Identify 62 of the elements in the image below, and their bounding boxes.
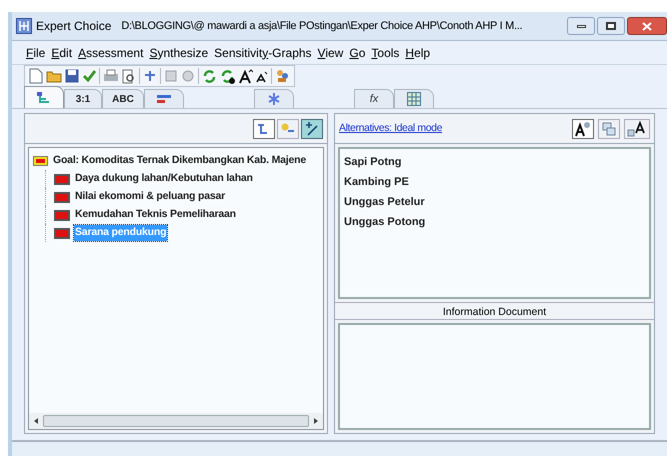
- font-edit-icon[interactable]: [572, 118, 594, 138]
- window-title: Expert Choice: [36, 18, 112, 35]
- maximize-icon: [606, 22, 616, 30]
- close-button[interactable]: [627, 17, 667, 35]
- view-tab[interactable]: fx: [354, 89, 394, 108]
- view-tab[interactable]: [144, 89, 184, 108]
- criterion-node-icon: [54, 228, 70, 238]
- app-icon: [16, 18, 32, 34]
- tree-node[interactable]: Kemudahan Teknis Pemeliharaan: [74, 207, 237, 223]
- window-path: D:\BLOGGING\@ mawardi a asja\File POstingan\Exper Choice AHP\Conoth AHP I M...: [121, 18, 522, 34]
- people-icon[interactable]: [275, 69, 290, 83]
- info-panel-title: Information Document: [335, 302, 654, 320]
- minimize-icon: [576, 24, 586, 28]
- menu-item[interactable]: View: [318, 44, 344, 62]
- tree-node[interactable]: Nilai ekomomi & peluang pasar: [74, 189, 226, 205]
- font-size-icon[interactable]: [624, 118, 650, 138]
- view-tab[interactable]: ABC: [102, 89, 144, 108]
- refresh-dot-icon[interactable]: [220, 68, 236, 84]
- font-larger-icon[interactable]: [239, 68, 253, 84]
- grid-icon: [407, 92, 421, 106]
- print-preview-icon[interactable]: [122, 68, 136, 84]
- menu-item[interactable]: Help: [405, 44, 430, 62]
- menu-item[interactable]: Go: [349, 44, 366, 62]
- criterion-node-icon: [54, 174, 70, 184]
- criterion-node-icon: [54, 210, 70, 220]
- alternative-item[interactable]: Kambing PE: [344, 172, 409, 192]
- goal-node-icon: [33, 156, 48, 166]
- view-tab[interactable]: [24, 86, 64, 108]
- tree-node[interactable]: Daya dukung lahan/Kebutuhan lahan: [74, 171, 254, 187]
- print-icon[interactable]: [103, 69, 119, 83]
- sparkle-icon: [266, 92, 282, 106]
- node-tool-icon[interactable]: [277, 118, 299, 138]
- view-tab[interactable]: [254, 89, 294, 108]
- alternative-item[interactable]: Unggas Petelur: [344, 192, 425, 212]
- tree-view-icon[interactable]: [253, 118, 275, 138]
- alternative-item[interactable]: Sapi Potng: [344, 152, 402, 172]
- view-tab[interactable]: 3:1: [64, 89, 102, 108]
- open-folder-icon[interactable]: [46, 69, 62, 83]
- save-icon[interactable]: [65, 69, 79, 83]
- menu-item[interactable]: File: [26, 44, 46, 62]
- hierarchy-icon[interactable]: [143, 69, 157, 83]
- criterion-node-icon: [54, 192, 70, 202]
- bars-icon: [156, 93, 172, 105]
- maximize-button[interactable]: [597, 17, 625, 35]
- ideal-mode-link[interactable]: Alternatives: Ideal mode: [339, 120, 442, 136]
- alternative-item[interactable]: Unggas Potong: [344, 212, 426, 232]
- scrollbar-thumb[interactable]: [43, 415, 309, 427]
- close-icon: [642, 22, 652, 30]
- minimize-button[interactable]: [567, 17, 595, 35]
- menu-item[interactable]: Tools: [371, 44, 400, 62]
- font-smaller-icon[interactable]: [256, 70, 268, 82]
- menu-item[interactable]: Synthesize: [149, 44, 208, 62]
- menu-item[interactable]: Edit: [51, 44, 72, 62]
- new-file-icon[interactable]: [29, 68, 43, 84]
- goal-node[interactable]: Goal: Komoditas Ternak Dikembangkan Kab. Majene: [52, 153, 307, 169]
- add-node-icon[interactable]: [301, 118, 323, 138]
- info-document-area[interactable]: [338, 323, 651, 430]
- horizontal-scrollbar[interactable]: [29, 413, 323, 429]
- tree-icon: [36, 90, 52, 104]
- view-tab[interactable]: [394, 89, 434, 108]
- menu-item[interactable]: Assessment: [78, 44, 144, 62]
- menu-item[interactable]: Sensitivity-Graphs: [214, 44, 312, 62]
